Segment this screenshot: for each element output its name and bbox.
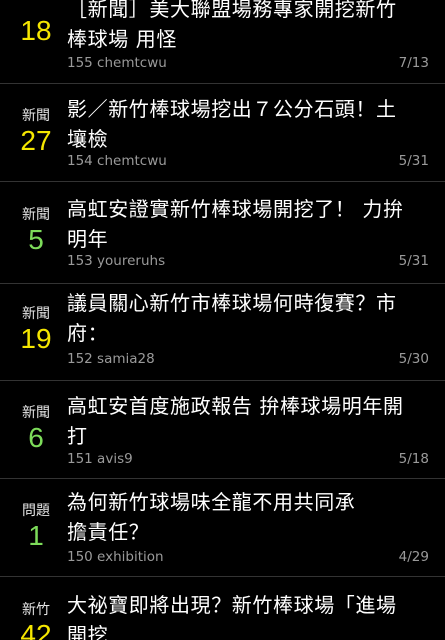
post-title: ［新聞］美大聯盟場務專家開挖新竹棒球場 用怪: [67, 0, 397, 51]
push-count: 19: [20, 323, 52, 354]
post-category: 新聞: [22, 306, 50, 322]
push-count: 1: [28, 520, 44, 551]
post-title: 影／新竹棒球場挖出７公分石頭！土壤檢: [67, 97, 397, 151]
post-category: 新聞: [22, 405, 50, 421]
post-author: 150 exhibition: [67, 549, 164, 565]
post-title: 高虹安證實新竹棒球場開挖了！ 力拚明年: [67, 197, 404, 251]
post-item[interactable]: 新聞 27 影／新竹棒球場挖出７公分石頭！土壤檢 154 chemtcwu 5/…: [0, 84, 445, 180]
post-title: 大祕寶即將出現？新竹棒球場「進場開挖: [67, 593, 397, 640]
post-item[interactable]: 新竹 42 大祕寶即將出現？新竹棒球場「進場開挖: [0, 577, 445, 640]
post-item[interactable]: 新聞 5 高虹安證實新竹棒球場開挖了！ 力拚明年 153 youreruhs 5…: [0, 182, 445, 278]
post-author: 154 chemtcwu: [67, 153, 167, 169]
post-date: 5/30: [398, 351, 429, 367]
post-item[interactable]: 18 ［新聞］美大聯盟場務專家開挖新竹棒球場 用怪 155 chemtcwu 7…: [0, 0, 445, 83]
push-count: 5: [28, 224, 44, 255]
post-category: 新聞: [22, 207, 50, 223]
post-title: 為何新竹球場味全龍不用共同承擔責任？: [67, 490, 356, 544]
post-date: 5/31: [398, 253, 429, 269]
push-count: 18: [20, 15, 52, 46]
post-title: 高虹安首度施政報告 拚棒球場明年開打: [67, 394, 404, 448]
post-category: 新竹: [22, 602, 50, 618]
push-count: 42: [20, 619, 52, 640]
post-category: 問題: [22, 503, 50, 519]
post-date: 4/29: [398, 549, 429, 565]
post-title: 議員關心新竹市棒球場何時復賽？市府：: [67, 291, 397, 345]
post-category: 新聞: [22, 108, 50, 124]
post-item[interactable]: 新聞 19 議員關心新竹市棒球場何時復賽？市府： 152 samia28 5/3…: [0, 284, 445, 380]
post-item[interactable]: 新聞 6 高虹安首度施政報告 拚棒球場明年開打 151 avis9 5/18: [0, 381, 445, 477]
post-author: 153 youreruhs: [67, 253, 166, 269]
post-list: 18 ［新聞］美大聯盟場務專家開挖新竹棒球場 用怪 155 chemtcwu 7…: [0, 0, 445, 640]
push-count: 27: [20, 125, 52, 156]
post-item[interactable]: 問題 1 為何新竹球場味全龍不用共同承擔責任？ 150 exhibition 4…: [0, 479, 445, 575]
post-date: 5/31: [398, 153, 429, 169]
post-author: 151 avis9: [67, 451, 133, 467]
post-date: 7/13: [398, 55, 429, 71]
post-date: 5/18: [398, 451, 429, 467]
post-author: 155 chemtcwu: [67, 55, 167, 71]
push-count: 6: [28, 422, 44, 453]
post-author: 152 samia28: [67, 351, 155, 367]
